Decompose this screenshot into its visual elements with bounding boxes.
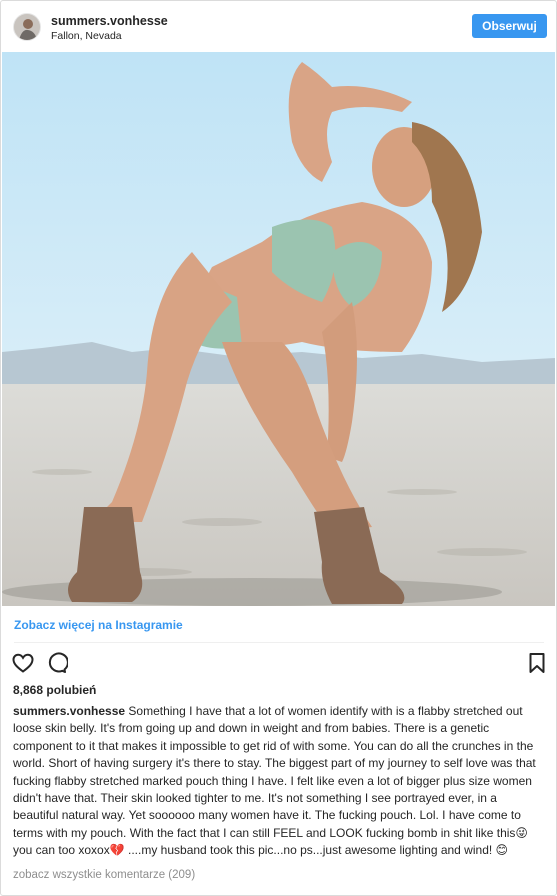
caption-text: Something I have that a lot of women ide… bbox=[13, 704, 536, 858]
view-more-link[interactable]: Zobacz więcej na Instagramie bbox=[14, 618, 183, 632]
post-caption: summers.vonhesse Something I have that a… bbox=[13, 703, 541, 860]
bookmark-icon-svg bbox=[529, 653, 545, 673]
post-location[interactable]: Fallon, Nevada bbox=[51, 30, 122, 42]
post-photo[interactable] bbox=[2, 52, 555, 606]
likes-count[interactable]: 8,868 polubień bbox=[13, 683, 96, 697]
caption-username[interactable]: summers.vonhesse bbox=[13, 704, 125, 718]
follow-button[interactable]: Obserwuj bbox=[472, 14, 547, 38]
photo-image bbox=[2, 52, 555, 606]
instagram-embed-card: summers.vonhesse Fallon, Nevada Obserwuj bbox=[0, 0, 557, 896]
divider bbox=[14, 642, 544, 643]
heart-icon-svg bbox=[12, 653, 34, 673]
comment-icon[interactable] bbox=[44, 651, 69, 675]
heart-icon[interactable] bbox=[11, 651, 35, 675]
post-header: summers.vonhesse Fallon, Nevada Obserwuj bbox=[1, 1, 556, 51]
comment-icon-svg bbox=[48, 652, 69, 673]
bookmark-icon[interactable] bbox=[525, 651, 549, 675]
view-all-comments-link[interactable]: zobacz wszystkie komentarze (209) bbox=[13, 869, 195, 881]
avatar[interactable] bbox=[13, 13, 41, 41]
avatar-image bbox=[14, 14, 40, 40]
post-username[interactable]: summers.vonhesse bbox=[51, 14, 168, 28]
